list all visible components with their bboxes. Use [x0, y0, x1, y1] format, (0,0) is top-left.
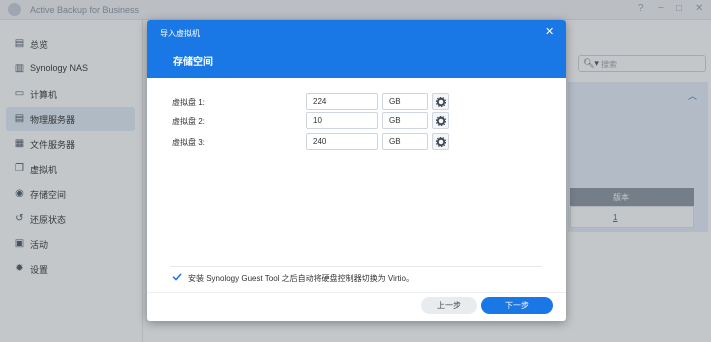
- step-title: 存储空间: [173, 57, 213, 68]
- gear-icon: [436, 137, 446, 147]
- disk-1-size-input[interactable]: [306, 93, 378, 110]
- close-icon[interactable]: ✕: [545, 25, 554, 38]
- disk-3-size-input[interactable]: [306, 133, 378, 150]
- dialog-title: 导入虚拟机: [160, 29, 200, 38]
- gear-icon: [436, 97, 446, 107]
- disk-3-label: 虚拟盘 3:: [172, 138, 205, 147]
- disk-1-label: 虚拟盘 1:: [172, 98, 205, 107]
- footer-divider: [147, 292, 566, 293]
- disk-3-unit-select[interactable]: GB: [382, 133, 428, 150]
- dialog-header: 导入虚拟机 ✕ 存储空间: [147, 20, 566, 78]
- disk-2-size-input[interactable]: [306, 112, 378, 129]
- previous-button[interactable]: 上一步: [421, 297, 477, 314]
- unit-value: GB: [389, 97, 401, 106]
- disk-2-unit-select[interactable]: GB: [382, 112, 428, 129]
- disk-1-unit-select[interactable]: GB: [382, 93, 428, 110]
- disk-1-settings-button[interactable]: [432, 93, 449, 110]
- divider: [170, 266, 542, 267]
- gear-icon: [436, 116, 446, 126]
- checkbox-checked-icon[interactable]: [172, 272, 182, 282]
- disk-2-label: 虚拟盘 2:: [172, 117, 205, 126]
- virtio-checkbox-label[interactable]: 安装 Synology Guest Tool 之后自动将硬盘控制器切换为 Vir…: [188, 273, 414, 284]
- next-button[interactable]: 下一步: [481, 297, 553, 314]
- disk-2-settings-button[interactable]: [432, 112, 449, 129]
- disk-3-settings-button[interactable]: [432, 133, 449, 150]
- unit-value: GB: [389, 116, 401, 125]
- unit-value: GB: [389, 137, 401, 146]
- import-vm-dialog: 导入虚拟机 ✕ 存储空间 虚拟盘 1: GB 虚拟盘 2: GB 虚拟盘 3: …: [147, 20, 566, 321]
